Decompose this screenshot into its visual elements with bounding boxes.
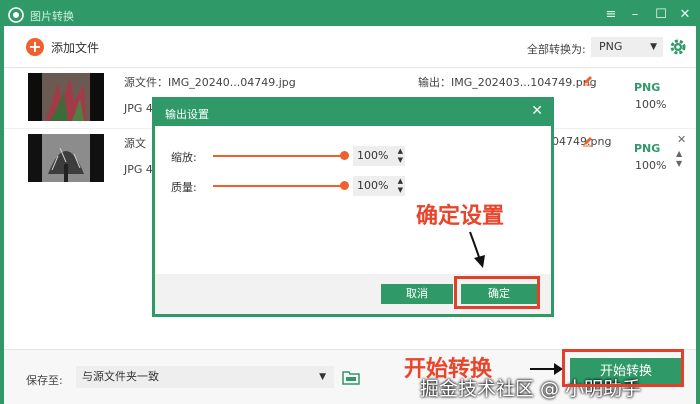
menu-icon[interactable]: ≡ (602, 6, 620, 24)
quality-slider-track[interactable] (213, 185, 343, 187)
output-format-badge[interactable]: PNG (634, 142, 660, 155)
quality-label: 质量: (171, 181, 197, 194)
zoom-label: 缩放: (171, 151, 197, 164)
format-select-value: PNG (599, 40, 623, 53)
file-meta: JPG 4 (124, 163, 153, 176)
source-file-name: 源文 (124, 137, 146, 150)
annotation-arrow-icon (530, 363, 563, 375)
add-file-label: 添加文件 (51, 40, 100, 55)
toolbar: + 添加文件 全部转换为: PNG ▼ (4, 26, 696, 68)
gear-icon[interactable] (669, 38, 687, 56)
app-logo-icon (8, 7, 24, 23)
annotation-ok-highlight (454, 276, 540, 309)
source-file-name: 源文件：IMG_20240...04749.jpg (124, 76, 296, 89)
reorder-icon[interactable]: ▲ ▼ (676, 149, 682, 169)
save-location-select[interactable]: 与源文件夹一致 ▼ (76, 366, 334, 388)
annotation-arrow-icon (469, 231, 485, 268)
chevron-down-icon: ▼ (650, 42, 657, 52)
annotation-confirm-text: 确定设置 (416, 204, 505, 229)
file-thumbnail (28, 73, 104, 121)
quality-value: 100% (357, 179, 389, 192)
stepper-arrows-icon[interactable]: ▲ ▼ (398, 177, 403, 195)
save-to-label: 保存至: (26, 374, 63, 387)
chevron-down-icon: ▼ (319, 372, 326, 382)
file-meta: JPG 4 (124, 102, 153, 115)
save-location-value: 与源文件夹一致 (82, 370, 159, 383)
stepper-arrows-icon[interactable]: ▲ ▼ (398, 147, 403, 165)
quality-setting: 质量: 100% ▲ ▼ (171, 176, 551, 196)
zoom-setting: 缩放: 100% ▲ ▼ (171, 146, 551, 166)
quality-slider-handle[interactable] (340, 181, 349, 190)
dialog-close-icon[interactable]: ✕ (531, 103, 543, 119)
edit-icon[interactable] (582, 74, 594, 86)
annotation-start-highlight (562, 349, 684, 387)
output-file-name: 输出：IMG_202403...104749.png (418, 76, 597, 89)
zoom-stepper[interactable]: 100% ▲ ▼ (353, 146, 405, 166)
zoom-value: 100% (357, 149, 389, 162)
zoom-slider-track[interactable] (213, 155, 343, 157)
annotation-start-text: 开始转换 (404, 357, 493, 382)
close-icon[interactable]: ✕ (676, 6, 694, 24)
zoom-slider-handle[interactable] (340, 151, 349, 160)
file-thumbnail (28, 134, 104, 182)
minimize-icon[interactable]: – (626, 6, 644, 24)
output-quality: 100% (635, 98, 667, 111)
dialog-title: 输出设置 (165, 108, 209, 121)
format-select[interactable]: PNG ▼ (591, 37, 663, 57)
title-bar: 图片转换 ≡ – ☐ ✕ (4, 4, 696, 26)
folder-icon[interactable] (342, 369, 360, 385)
remove-file-icon[interactable]: ✕ (677, 133, 686, 146)
output-format-badge[interactable]: PNG (634, 81, 660, 94)
edit-icon[interactable] (582, 135, 594, 147)
quality-stepper[interactable]: 100% ▲ ▼ (353, 176, 405, 196)
plus-icon: + (26, 38, 44, 56)
window-title: 图片转换 (30, 10, 74, 23)
cancel-button[interactable]: 取消 (381, 284, 453, 304)
output-quality: 100% (635, 159, 667, 172)
dialog-header: 输出设置 ✕ (155, 100, 551, 126)
maximize-icon[interactable]: ☐ (652, 6, 670, 24)
add-file-button[interactable]: + 添加文件 (26, 38, 99, 56)
convert-all-label: 全部转换为: (527, 43, 586, 56)
